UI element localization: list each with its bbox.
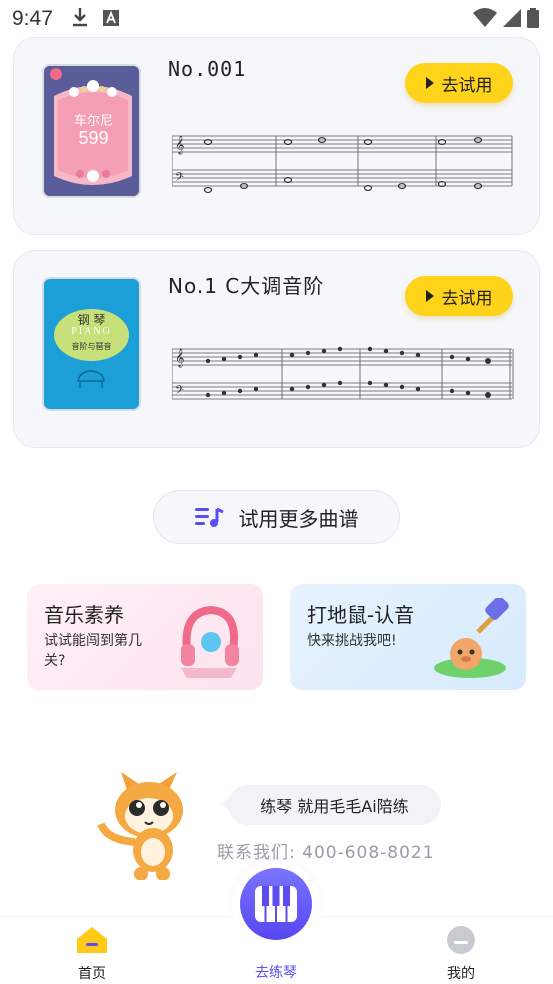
app-notification-icon	[102, 7, 119, 31]
status-time: 9:47	[12, 7, 53, 30]
battery-icon	[527, 8, 539, 28]
nav-mine[interactable]: 我的	[416, 925, 506, 983]
contact-phone[interactable]: 联系我们: 400-608-8021	[217, 838, 435, 863]
mascot-cat-icon	[97, 772, 183, 880]
svg-text:𝄢: 𝄢	[175, 384, 184, 400]
cover-number: 599	[78, 128, 109, 148]
nav-home[interactable]: 首页	[47, 925, 137, 983]
play-icon	[425, 77, 434, 89]
tile-title: 打地鼠-认音	[307, 603, 415, 627]
play-icon	[425, 290, 434, 302]
signal-icon	[503, 9, 521, 27]
profile-icon	[447, 926, 475, 954]
cover-subtitle: PIANO	[71, 326, 112, 337]
promo-slogan: 练琴 就用毛毛Ai陪练	[260, 797, 409, 816]
song-card[interactable]: 钢 琴 PIANO 音阶与琶音 No.1 C大调音阶 去试用 𝄞 𝄢	[13, 250, 540, 448]
mole-hammer-icon	[434, 598, 509, 678]
tile-title: 音乐素养	[44, 603, 124, 627]
nav-home-label: 首页	[78, 966, 106, 982]
headphones-icon	[181, 605, 239, 678]
try-button-label: 去试用	[441, 288, 493, 309]
svg-text:𝄞: 𝄞	[175, 135, 184, 155]
piano-keys-icon	[240, 868, 312, 940]
nav-practice-button[interactable]	[232, 860, 320, 948]
home-icon	[77, 927, 107, 953]
song-card[interactable]: 车尔尼 599 No.001 去试用 𝄞 𝄢	[13, 37, 540, 235]
status-right	[473, 8, 539, 28]
song-cover: 车尔尼 599	[42, 64, 141, 198]
svg-text:𝄞: 𝄞	[175, 348, 184, 368]
status-bar: 9:47	[0, 0, 553, 38]
sheet-music-preview: 𝄞 𝄢	[172, 346, 514, 400]
music-list-icon	[194, 507, 224, 527]
promo-slogan-bubble: 练琴 就用毛毛Ai陪练	[220, 785, 441, 825]
try-button-label: 去试用	[441, 75, 493, 96]
nav-mine-label: 我的	[447, 966, 475, 982]
svg-text:𝄢: 𝄢	[175, 171, 184, 187]
whack-a-mole-tile[interactable]: 打地鼠-认音 快来挑战我吧!	[290, 584, 526, 690]
song-title: No.001	[168, 57, 247, 81]
download-icon	[71, 7, 89, 32]
try-more-scores-button[interactable]: 试用更多曲谱	[153, 490, 400, 544]
try-button[interactable]: 去试用	[405, 63, 513, 103]
cover-caption: 音阶与琶音	[71, 342, 112, 351]
music-literacy-tile[interactable]: 音乐素养 试试能闯到第几关?	[27, 584, 263, 690]
try-button[interactable]: 去试用	[405, 276, 513, 316]
tile-subtitle: 快来挑战我吧!	[307, 633, 397, 649]
song-title: No.1 C大调音阶	[168, 274, 325, 298]
try-more-scores-label: 试用更多曲谱	[238, 506, 359, 531]
wifi-icon	[473, 8, 497, 27]
cover-title: 车尔尼	[73, 114, 113, 129]
sheet-music-preview: 𝄞 𝄢	[172, 135, 513, 193]
tile-subtitle: 试试能闯到第几关?	[44, 633, 142, 669]
nav-practice-label: 去练琴	[255, 965, 297, 981]
song-cover: 钢 琴 PIANO 音阶与琶音	[42, 277, 141, 411]
